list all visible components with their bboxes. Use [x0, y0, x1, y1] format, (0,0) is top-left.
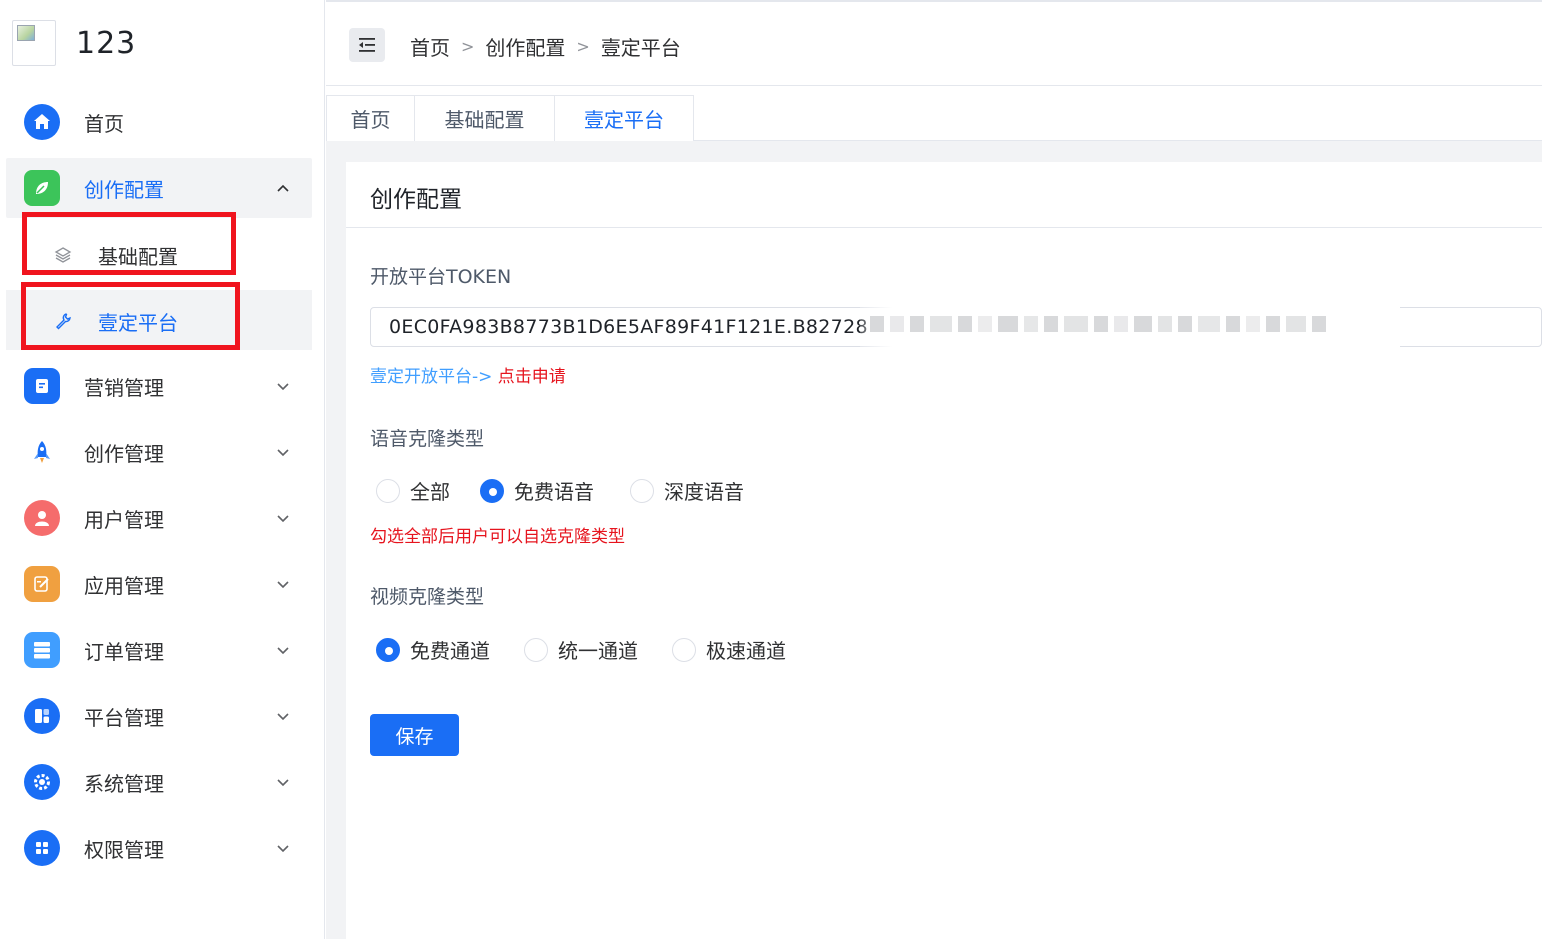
sidebar-item-home[interactable]: 首页: [6, 92, 312, 152]
annotation-box-basic-config: [22, 212, 236, 275]
chevron-down-icon: [277, 713, 289, 721]
video-option-fast[interactable]: 极速通道: [672, 635, 786, 664]
radio-circle[interactable]: [672, 637, 696, 662]
sidebar-item-creation-manage[interactable]: 创作管理: [6, 422, 312, 482]
voice-clone-radio-group: 全部 免费语音 深度语音: [376, 476, 766, 505]
app-title: 123: [76, 26, 137, 61]
sidebar-item-label: 用户管理: [84, 507, 164, 532]
chevron-down-icon: [277, 581, 289, 589]
document-icon: [24, 368, 60, 404]
sidebar-item-label: 营销管理: [84, 375, 164, 400]
sidebar: 123 首页 创作配置 基础配置 壹定平台 营销管理 创作管理 用户管理 应用管…: [0, 0, 325, 939]
voice-option-all[interactable]: 全部: [376, 476, 450, 505]
token-value: 0EC0FA983B8773B1D6E5AF89F41F121E.B82728: [389, 316, 868, 338]
breadcrumb: 首页 > 创作配置 > 壹定平台: [410, 32, 681, 61]
radio-label: 免费通道: [410, 639, 490, 663]
token-label: 开放平台TOKEN: [370, 266, 512, 288]
sidebar-item-system[interactable]: 系统管理: [6, 752, 312, 812]
breadcrumb-separator-icon: >: [576, 37, 590, 56]
voice-clone-label: 语音克隆类型: [370, 428, 485, 450]
collapse-sidebar-button[interactable]: [349, 28, 385, 62]
tab-basic-config[interactable]: 基础配置: [414, 95, 555, 141]
save-button[interactable]: 保存: [370, 714, 459, 756]
sidebar-item-platform[interactable]: 平台管理: [6, 686, 312, 746]
chevron-down-icon: [277, 515, 289, 523]
sidebar-item-label: 创作管理: [84, 441, 164, 466]
video-option-free[interactable]: 免费通道: [376, 635, 490, 664]
video-clone-label: 视频克隆类型: [370, 586, 485, 608]
sidebar-item-label: 权限管理: [84, 837, 164, 862]
radio-circle[interactable]: [376, 478, 400, 503]
sidebar-item-apps[interactable]: 应用管理: [6, 554, 312, 614]
sidebar-item-label: 首页: [84, 111, 124, 136]
breadcrumb-item[interactable]: 首页: [410, 32, 450, 61]
breadcrumb-item[interactable]: 创作配置: [485, 32, 565, 61]
gear-icon: [24, 764, 60, 800]
tab-bar: 首页 基础配置 壹定平台: [326, 95, 1542, 141]
radio-circle[interactable]: [524, 637, 548, 662]
menu-fold-icon: [359, 38, 375, 52]
edit-icon: [24, 566, 60, 602]
sidebar-item-creation-config[interactable]: 创作配置: [6, 158, 312, 218]
sidebar-item-orders[interactable]: 订单管理: [6, 620, 312, 680]
card-title: 创作配置: [370, 187, 462, 213]
sidebar-item-marketing[interactable]: 营销管理: [6, 356, 312, 416]
radio-label: 免费语音: [514, 480, 594, 504]
chevron-down-icon: [277, 779, 289, 787]
apply-link-row[interactable]: 壹定开放平台-> 点击申请: [370, 362, 566, 387]
rocket-icon: [24, 434, 60, 470]
top-bar: 首页 > 创作配置 > 壹定平台: [326, 0, 1542, 86]
chevron-down-icon: [277, 383, 289, 391]
voice-option-deep[interactable]: 深度语音: [630, 476, 744, 505]
layout-icon: [24, 698, 60, 734]
redaction-pixels: [870, 316, 1326, 332]
sidebar-item-permissions[interactable]: 权限管理: [6, 818, 312, 878]
sidebar-item-label: 系统管理: [84, 771, 164, 796]
radio-circle[interactable]: [480, 478, 504, 503]
chevron-down-icon: [277, 449, 289, 457]
radio-label: 统一通道: [558, 639, 638, 663]
config-card: 创作配置: [346, 162, 1542, 939]
radio-label: 全部: [410, 480, 450, 504]
logo-row: 123: [0, 0, 325, 88]
radio-label: 极速通道: [706, 639, 786, 663]
user-icon: [24, 500, 60, 536]
chevron-down-icon: [277, 647, 289, 655]
grid-icon: [24, 830, 60, 866]
radio-circle[interactable]: [376, 637, 400, 662]
chevron-down-icon: [277, 845, 289, 853]
sidebar-item-users[interactable]: 用户管理: [6, 488, 312, 548]
card-header: 创作配置: [346, 162, 1542, 228]
server-icon: [24, 632, 60, 668]
logo-image: [12, 20, 56, 66]
video-clone-radio-group: 免费通道 统一通道 极速通道: [376, 635, 808, 664]
sidebar-item-label: 平台管理: [84, 705, 164, 730]
apply-link[interactable]: 点击申请: [498, 367, 566, 387]
leaf-icon: [24, 170, 60, 206]
voice-option-free[interactable]: 免费语音: [480, 476, 594, 505]
tab-yiding-platform[interactable]: 壹定平台: [554, 95, 694, 141]
breadcrumb-item-current: 壹定平台: [600, 36, 681, 60]
radio-label: 深度语音: [664, 480, 744, 504]
radio-circle[interactable]: [630, 478, 654, 503]
home-icon: [24, 104, 60, 140]
annotation-box-yiding-platform: [21, 282, 240, 350]
breadcrumb-separator-icon: >: [461, 37, 475, 56]
sidebar-item-label: 应用管理: [84, 573, 164, 598]
chevron-up-icon: [277, 184, 289, 192]
tab-home[interactable]: 首页: [326, 95, 415, 141]
sidebar-item-label: 订单管理: [84, 639, 164, 664]
voice-clone-hint: 勾选全部后用户可以自选克隆类型: [370, 527, 625, 547]
platform-link-text[interactable]: 壹定开放平台->: [370, 367, 498, 387]
sidebar-item-label: 创作配置: [84, 177, 164, 202]
video-option-unified[interactable]: 统一通道: [524, 635, 638, 664]
